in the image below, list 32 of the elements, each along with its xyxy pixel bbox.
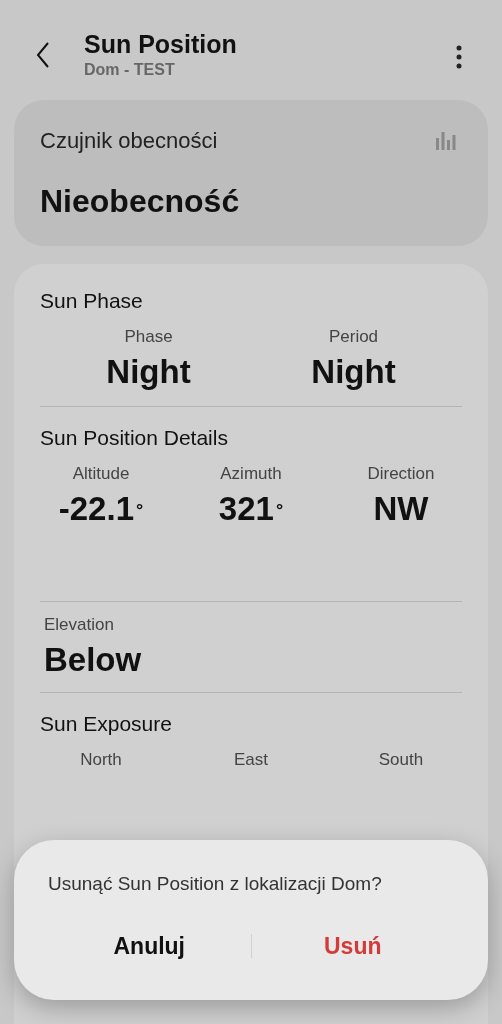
sensor-card[interactable]: Czujnik obecności Nieobecność: [14, 100, 488, 246]
stat-value: -22.1: [58, 491, 134, 527]
stat-value: Night: [311, 354, 396, 390]
cancel-button[interactable]: Anuluj: [48, 924, 251, 967]
stat-label: South: [378, 749, 424, 771]
dialog-message: Usunąć Sun Position z lokalizacji Dom?: [48, 872, 383, 896]
stat-value: Below: [44, 642, 142, 678]
stat-value: NW: [373, 491, 429, 527]
page-title: Sun Position: [84, 29, 238, 60]
delete-button[interactable]: Usuń: [251, 924, 454, 967]
stat-label: Phase: [124, 326, 173, 348]
sensor-value: Nieobecność: [40, 182, 241, 221]
section-title: Sun Position Details: [40, 425, 229, 451]
stat-label: North: [80, 749, 122, 771]
stat-label: Direction: [367, 463, 435, 485]
chart-icon: [436, 131, 456, 150]
section-title: Sun Phase: [40, 288, 144, 314]
stat-label: Elevation: [44, 614, 114, 636]
stat-label: East: [234, 749, 268, 771]
page-subtitle: Dom - TEST: [84, 60, 176, 80]
stat-label: Period: [328, 326, 379, 348]
stat-label: Altitude: [72, 463, 130, 485]
unit-label: °: [136, 501, 144, 519]
more-icon: [456, 45, 462, 69]
stat-value: Night: [106, 354, 191, 390]
section-title: Sun Exposure: [40, 711, 173, 737]
more-options-button[interactable]: [454, 44, 464, 70]
back-icon: [36, 42, 50, 68]
stat-value: 321: [218, 491, 274, 527]
stat-label: Azimuth: [220, 463, 282, 485]
sensor-label: Czujnik obecności: [40, 127, 218, 155]
unit-label: °: [275, 501, 284, 519]
